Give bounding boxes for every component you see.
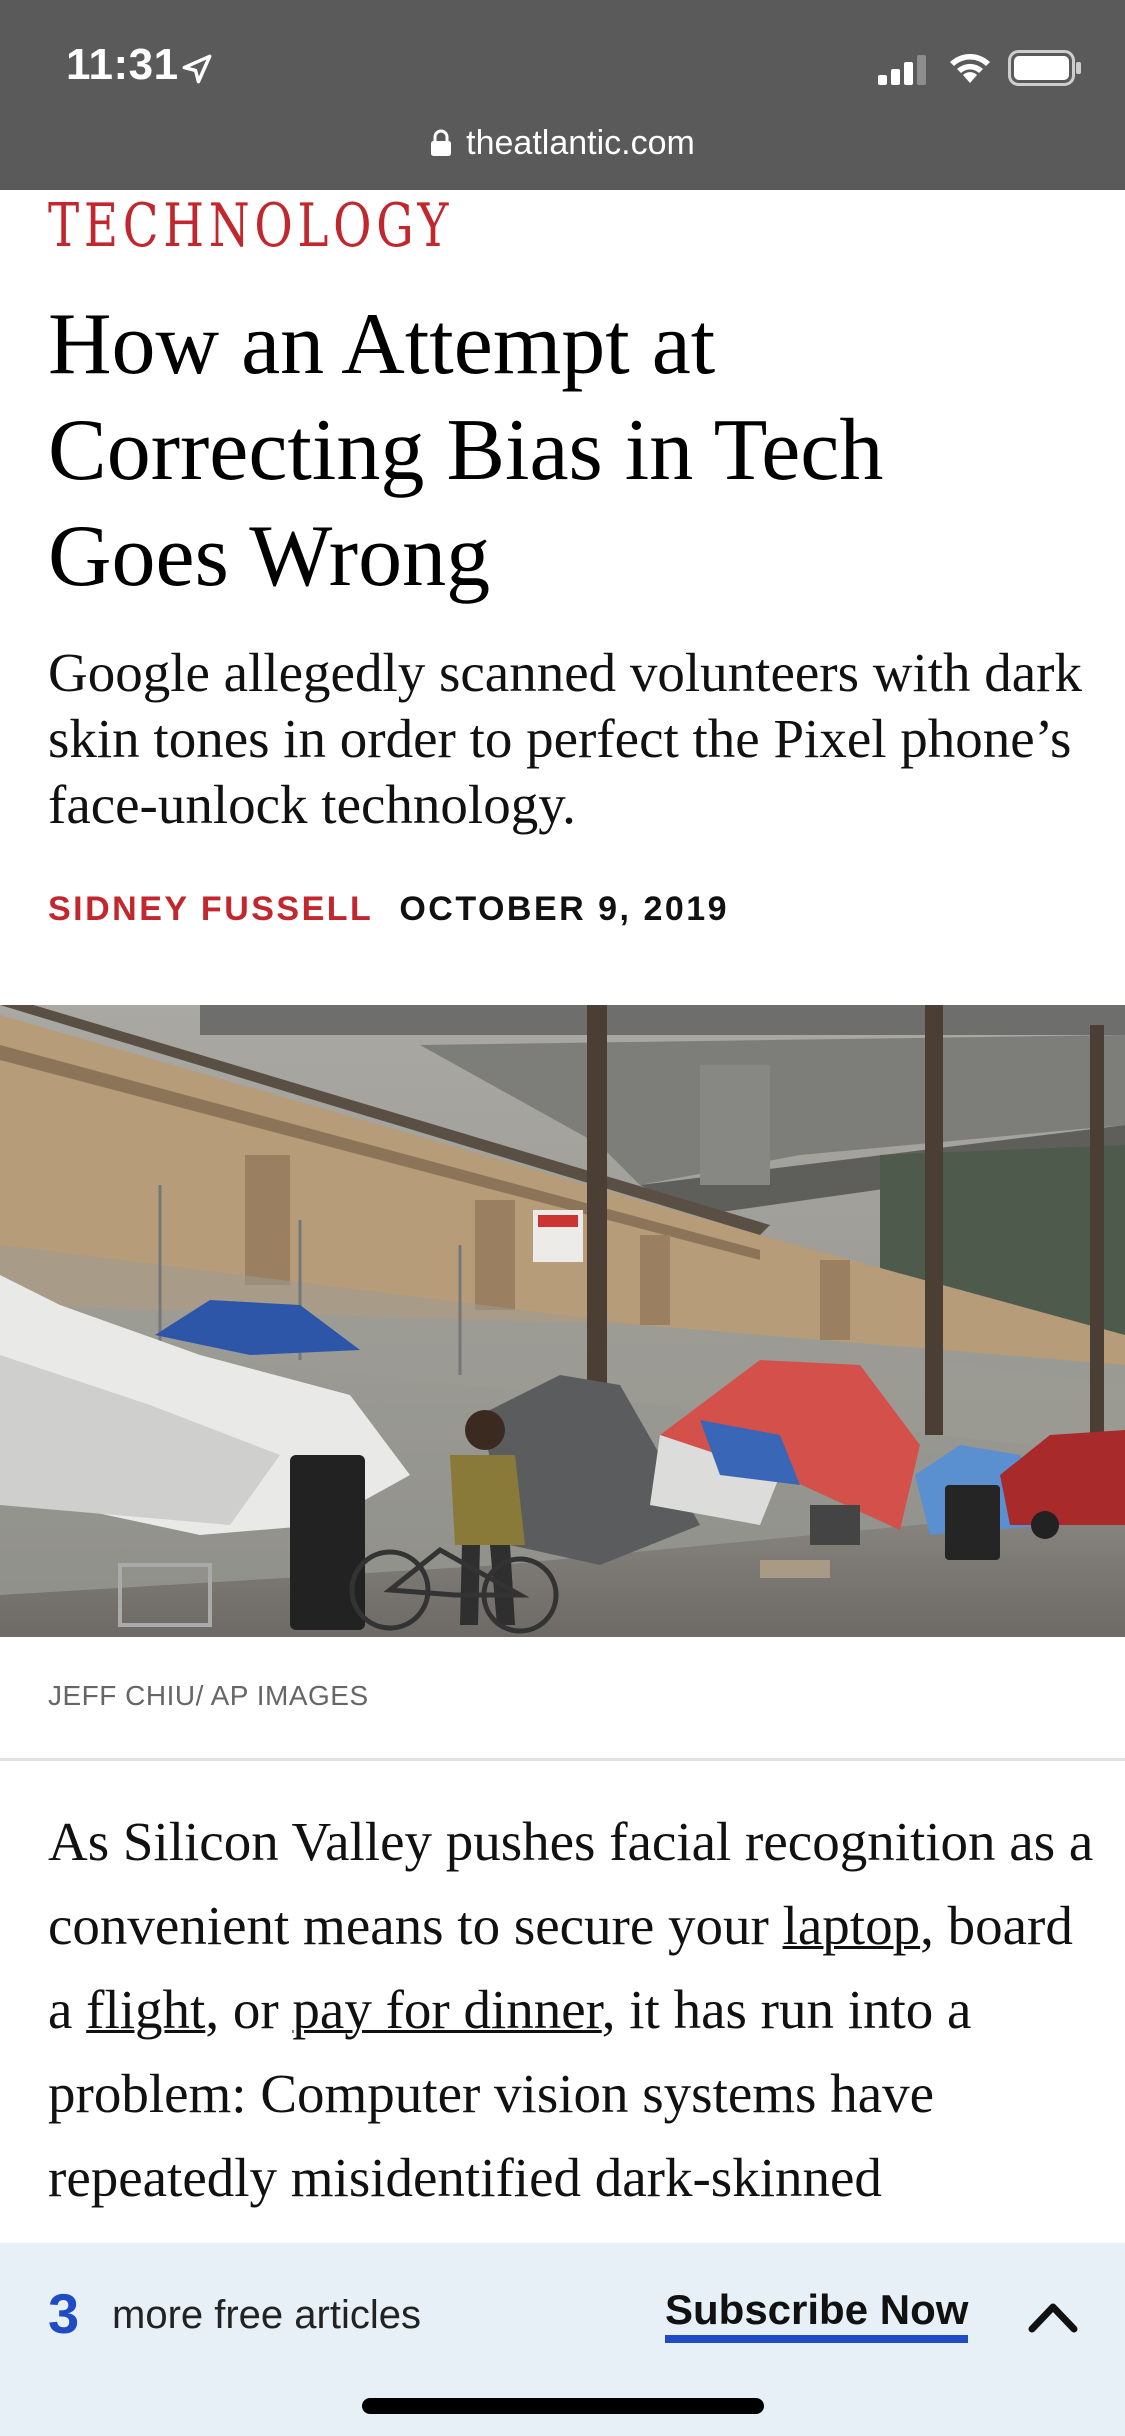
article-headline: How an Attempt at Correcting Bias in Tec… [48,296,884,605]
free-articles-label: more free articles [112,2293,421,2337]
section-label[interactable]: TECHNOLOGY [48,196,453,256]
chevron-up-icon[interactable] [1028,2299,1078,2333]
subscribe-now-button[interactable]: Subscribe Now [665,2286,969,2344]
divider [0,1758,1125,1761]
browser-chrome: 11:31 theatlantic.com [0,0,1125,190]
battery-icon [1008,50,1081,86]
address-bar[interactable]: theatlantic.com [0,118,1125,168]
hero-photo [0,1005,1125,1637]
home-indicator[interactable] [362,2398,764,2414]
body-text-segment: , or [205,1979,293,2040]
url-text[interactable]: theatlantic.com [466,124,695,163]
article-body: As Silicon Valley pushes facial recognit… [48,1800,1098,2220]
link-laptop[interactable]: laptop [783,1895,920,1956]
byline: SIDNEY FUSSELL OCTOBER 9, 2019 [48,890,729,929]
photo-credit: JEFF CHIU/ AP IMAGES [48,1680,369,1711]
paywall-bar: 3 more free articles Subscribe Now [0,2243,1125,2436]
author-link[interactable]: SIDNEY FUSSELL [48,890,373,929]
article-dek: Google allegedly scanned volunteers with… [48,642,1082,835]
lock-icon [431,129,452,156]
link-pay-for-dinner[interactable]: pay for dinner [292,1979,601,2040]
wifi-icon [950,54,990,83]
free-article-count: 3 [48,2282,80,2345]
location-arrow-icon [182,54,212,84]
status-time: 11:31 [66,40,179,89]
cellular-signal-icon [878,55,926,85]
publish-date: OCTOBER 9, 2019 [399,890,730,928]
link-flight[interactable]: flight [86,1979,205,2040]
